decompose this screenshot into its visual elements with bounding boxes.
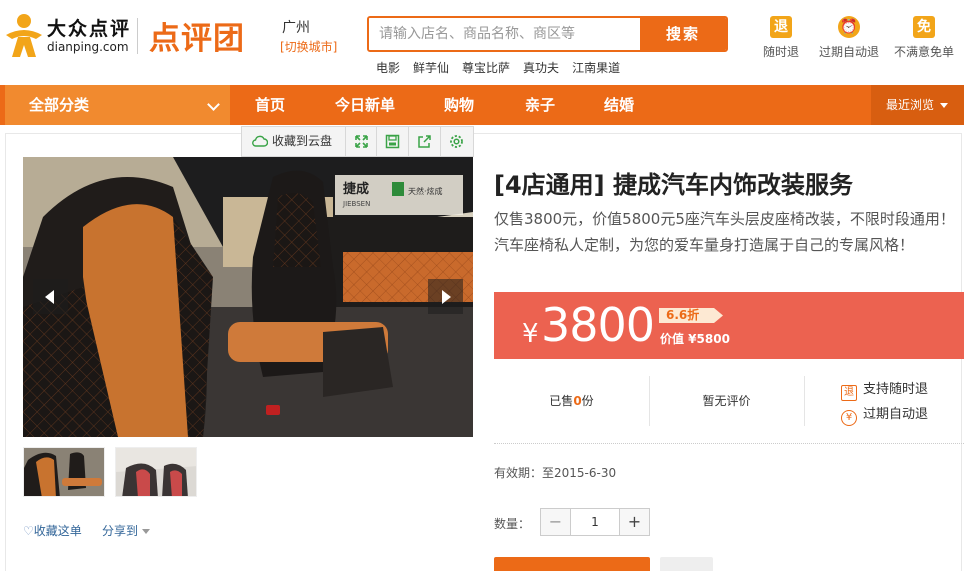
promise-label: 过期自动退 [818, 45, 879, 59]
guarantee-label: 支持随时退 [863, 382, 929, 397]
sold-suffix: 份 [581, 394, 594, 408]
fullscreen-button[interactable] [346, 127, 378, 156]
divider [494, 443, 964, 444]
share-label: 分享到 [102, 524, 139, 538]
export-button[interactable] [409, 127, 442, 156]
nav-item-family[interactable]: 亲子 [525, 85, 555, 125]
guarantee-expire-refund[interactable]: ¥ 过期自动退 [841, 403, 928, 426]
next-image-button[interactable] [428, 279, 463, 314]
quantity-minus-button[interactable]: − [541, 509, 570, 535]
guarantee-refund-anytime[interactable]: 退支持随时退 [841, 378, 928, 401]
hot-word-link[interactable]: 电影 [376, 59, 400, 76]
chevron-down-icon [207, 98, 220, 111]
search-button[interactable]: 搜索 [640, 18, 726, 50]
quantity-plus-button[interactable]: + [620, 509, 649, 535]
original-price: 价值 ¥5800 [660, 332, 730, 346]
discount-text: 6.6折 [666, 308, 700, 322]
search-input[interactable] [369, 18, 641, 50]
main-nav: 全部分类 首页 今日新单 购物 亲子 结婚 最近浏览 [0, 85, 964, 125]
caret-down-icon [142, 529, 151, 534]
promise-expire-refund[interactable]: ⏰ 过期自动退 [817, 16, 881, 60]
promise-free-order[interactable]: 免 不满意免单 [892, 16, 956, 60]
arrow-left-icon [45, 290, 54, 304]
alarm-clock-icon: ⏰ [838, 16, 860, 38]
dianping-logo-icon[interactable] [4, 13, 44, 59]
hot-word-link[interactable]: 真功夫 [523, 59, 559, 76]
prev-image-button[interactable] [33, 279, 68, 314]
car-seat-image: 捷成 JIEBSEN 天然·炫成 [23, 157, 473, 437]
nav-item-shopping[interactable]: 购物 [444, 85, 474, 125]
share-dropdown[interactable]: 分享到 [102, 522, 151, 539]
quantity-input[interactable] [570, 509, 620, 535]
arrow-right-icon [442, 290, 451, 304]
photo-sub-text: 天然·炫成 [408, 186, 443, 196]
hot-word-link[interactable]: 江南果道 [572, 59, 620, 76]
nav-item-new-today[interactable]: 今日新单 [335, 85, 395, 125]
add-to-cart-button[interactable] [660, 557, 713, 571]
hot-word-link[interactable]: 鲜芋仙 [413, 59, 449, 76]
deal-description: 仅售3800元，价值5800元5座汽车头层皮座椅改装，不限时段通用！汽车座椅私人… [494, 210, 955, 254]
yen-clock-icon: ¥ [841, 410, 857, 426]
rating-stat[interactable]: 暂无评价 [649, 373, 804, 429]
deal-price: 3800 [541, 298, 655, 352]
recent-views-menu[interactable]: 最近浏览 [871, 85, 964, 125]
save-icon [386, 134, 400, 149]
photo-brand-text: 捷成 [343, 181, 369, 197]
thumbnail-image [116, 448, 196, 496]
promise-label: 不满意免单 [893, 45, 954, 59]
currency-symbol: ¥ [522, 319, 539, 349]
sold-count: 0 [573, 394, 582, 408]
thumbnail-1[interactable] [23, 447, 105, 497]
cloud-icon [252, 135, 268, 147]
image-toolbar: 收藏到云盘 [241, 126, 474, 157]
recent-views-label: 最近浏览 [886, 98, 935, 112]
promise-refund-anytime[interactable]: 退 随时退 [760, 16, 802, 60]
nav-item-wedding[interactable]: 结婚 [604, 85, 634, 125]
save-button[interactable] [377, 127, 410, 156]
favorite-label: 收藏这单 [33, 524, 82, 538]
quantity-label: 数量： [494, 517, 531, 531]
brand-name-cn[interactable]: 大众点评 [47, 14, 131, 41]
validity-date: 有效期：至2015-6-30 [494, 466, 617, 480]
all-categories-label: 全部分类 [29, 96, 90, 114]
photo-brand-en: JIEBSEN [342, 200, 370, 208]
deal-title: [4店通用] 捷成汽车内饰改装服务 [494, 171, 853, 199]
nav-item-home[interactable]: 首页 [255, 85, 285, 125]
promise-label: 随时退 [762, 45, 799, 59]
sold-count-stat: 已售0份 [494, 373, 649, 429]
all-categories-menu[interactable]: 全部分类 [5, 85, 230, 125]
favorite-link[interactable]: ♡收藏这单 [23, 522, 82, 539]
tuan-logo[interactable]: 点评团 [149, 13, 245, 58]
hot-word-link[interactable]: 尊宝比萨 [462, 59, 510, 76]
stat-divider [804, 376, 805, 426]
thumbnail-image [24, 448, 104, 496]
refund-anytime-icon: 退 [770, 16, 792, 38]
save-to-cloud-button[interactable]: 收藏到云盘 [242, 127, 346, 156]
settings-icon [450, 135, 464, 148]
settings-button[interactable] [441, 127, 473, 156]
heart-icon: ♡ [23, 524, 34, 538]
deal-main-photo[interactable]: 捷成 JIEBSEN 天然·炫成 [23, 157, 473, 437]
brand-divider [137, 18, 138, 54]
guarantee-label: 过期自动退 [863, 407, 929, 422]
refund-icon: 退 [841, 385, 857, 401]
quantity-stepper: − + [540, 508, 650, 536]
sold-prefix: 已售 [549, 394, 574, 408]
buy-now-button[interactable] [494, 557, 650, 571]
export-icon [418, 135, 432, 148]
thumbnail-2[interactable] [115, 447, 197, 497]
free-order-icon: 免 [913, 16, 935, 38]
fullscreen-icon [354, 135, 368, 148]
switch-city-link[interactable]: [切换城市] [280, 38, 337, 55]
brand-name-en[interactable]: dianping.com [47, 40, 129, 54]
save-to-cloud-label: 收藏到云盘 [272, 134, 333, 148]
current-city: 广州 [282, 20, 310, 36]
search-box: 搜索 [367, 16, 728, 52]
deal-stats: 已售0份 暂无评价 退支持随时退 ¥ 过期自动退 [494, 373, 964, 429]
hot-words: 电影 鲜芋仙 尊宝比萨 真功夫 江南果道 [376, 59, 620, 76]
caret-down-icon [940, 103, 949, 108]
